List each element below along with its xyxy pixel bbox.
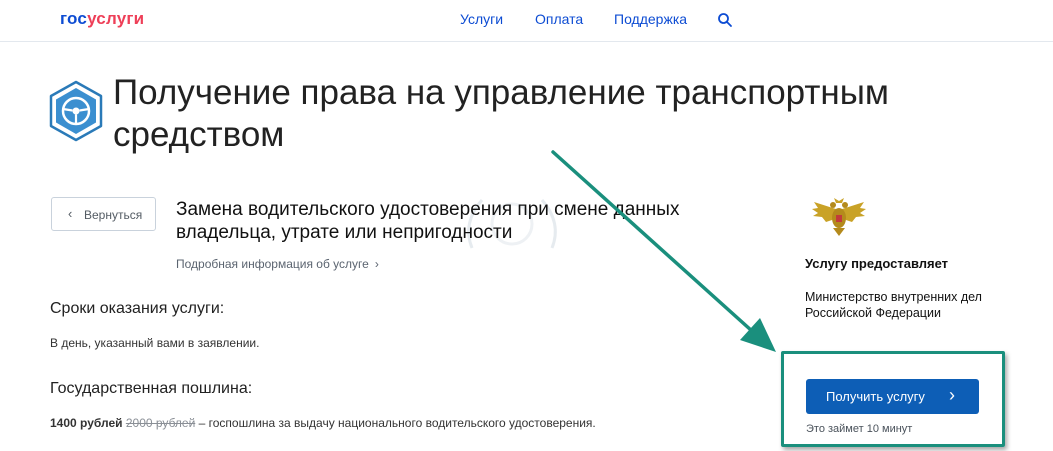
chevron-right-icon: › — [949, 385, 955, 405]
provider-name-line2: Российской Федерации — [805, 306, 941, 320]
provider-name-line1: Министерство внутренних дел — [805, 290, 982, 304]
chevron-left-icon: ‹ — [68, 206, 73, 221]
gosuslugi-logo[interactable]: госуслуги — [60, 9, 144, 29]
provider-heading: Услугу предоставляет — [805, 256, 949, 271]
logo-text-uslugi: услуги — [87, 9, 145, 28]
nav-support[interactable]: Поддержка — [614, 11, 687, 27]
logo-text-gos: гос — [60, 9, 88, 28]
nav-payment[interactable]: Оплата — [535, 11, 583, 27]
time-estimate-note: Это займет 10 минут — [806, 423, 913, 435]
service-title-line2: владельца, утрате или непригодности — [176, 222, 513, 243]
terms-text: В день, указанный вами в заявлении. — [50, 336, 260, 350]
get-service-button-label: Получить услугу — [826, 389, 925, 404]
service-title-line1: Замена водительского удостоверения при с… — [176, 199, 680, 220]
more-info-link[interactable]: Подробная информация об услуге › — [176, 257, 379, 271]
service-title: Замена водительского удостоверения при с… — [176, 198, 736, 244]
steering-wheel-icon — [49, 80, 103, 142]
page-title-line1: Получение права на управление транспортн… — [113, 73, 889, 112]
terms-heading: Сроки оказания услуги: — [50, 300, 225, 317]
nav-services[interactable]: Услуги — [460, 11, 503, 27]
get-service-button[interactable]: Получить услугу › — [806, 379, 979, 414]
chevron-right-icon: › — [374, 257, 379, 271]
mvd-emblem-icon — [812, 198, 866, 236]
back-button-label: Вернуться — [84, 208, 143, 222]
top-header: госуслуги Услуги Оплата Поддержка — [0, 0, 1053, 42]
back-button[interactable]: ‹ Вернуться — [51, 197, 156, 231]
fee-old-amount: 2000 рублей — [125, 416, 196, 430]
fee-description: – госпошлина за выдачу национального вод… — [195, 416, 596, 430]
search-icon[interactable] — [717, 12, 733, 28]
more-info-link-label: Подробная информация об услуге — [176, 257, 369, 271]
page-title: Получение права на управление транспортн… — [113, 72, 933, 156]
page-title-line2: средством — [113, 115, 285, 154]
fee-amount: 1400 рублей — [50, 416, 123, 430]
provider-name: Министерство внутренних дел Российской Ф… — [805, 289, 1005, 321]
fee-text: 1400 рублей 2000 рублей – госпошлина за … — [50, 416, 596, 430]
fee-heading: Государственная пошлина: — [50, 380, 253, 397]
